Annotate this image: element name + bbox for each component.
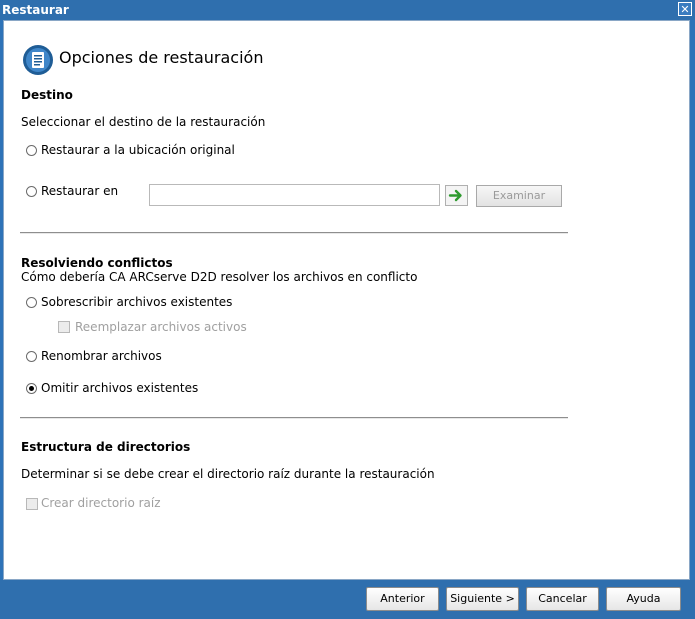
skip-label[interactable]: Omitir archivos existentes (41, 381, 198, 395)
title-bar: Restaurar ✕ (0, 0, 695, 20)
restore-options-icon (23, 45, 53, 75)
destination-path-input[interactable] (149, 184, 440, 206)
destination-title: Destino (21, 88, 73, 102)
arrow-right-icon (448, 189, 462, 202)
section-divider (20, 417, 568, 419)
cancel-button[interactable]: Cancelar (526, 587, 599, 611)
restore-original-label[interactable]: Restaurar a la ubicación original (41, 143, 235, 157)
next-button[interactable]: Siguiente > (446, 587, 519, 611)
directory-description: Determinar si se debe crear el directori… (21, 467, 435, 481)
replace-active-label[interactable]: Reemplazar archivos activos (75, 320, 247, 334)
overwrite-label[interactable]: Sobrescribir archivos existentes (41, 295, 232, 309)
conflicts-description: Cómo debería CA ARCserve D2D resolver lo… (21, 270, 418, 284)
go-button[interactable] (445, 185, 468, 206)
conflicts-title: Resolviendo conflictos (21, 256, 173, 270)
page-title: Opciones de restauración (59, 48, 264, 67)
section-divider (20, 232, 568, 234)
destination-description: Seleccionar el destino de la restauració… (21, 115, 266, 129)
button-bar: Anterior Siguiente > Cancelar Ayuda (0, 580, 695, 619)
rename-label[interactable]: Renombrar archivos (41, 349, 162, 363)
skip-radio[interactable] (26, 383, 37, 394)
restore-to-label[interactable]: Restaurar en (41, 184, 118, 198)
create-root-checkbox[interactable] (26, 498, 38, 510)
create-root-label[interactable]: Crear directorio raíz (41, 496, 161, 510)
overwrite-radio[interactable] (26, 297, 37, 308)
restore-to-radio[interactable] (26, 186, 37, 197)
help-button[interactable]: Ayuda (606, 587, 681, 611)
browse-button[interactable]: Examinar (476, 185, 562, 207)
previous-button[interactable]: Anterior (366, 587, 439, 611)
rename-radio[interactable] (26, 351, 37, 362)
close-icon: ✕ (680, 3, 690, 16)
directory-title: Estructura de directorios (21, 440, 191, 454)
replace-active-checkbox[interactable] (58, 321, 70, 333)
close-button[interactable]: ✕ (678, 2, 692, 16)
window-title: Restaurar (2, 3, 69, 17)
restore-original-radio[interactable] (26, 145, 37, 156)
content-panel: Opciones de restauración Destino Selecci… (3, 20, 690, 580)
